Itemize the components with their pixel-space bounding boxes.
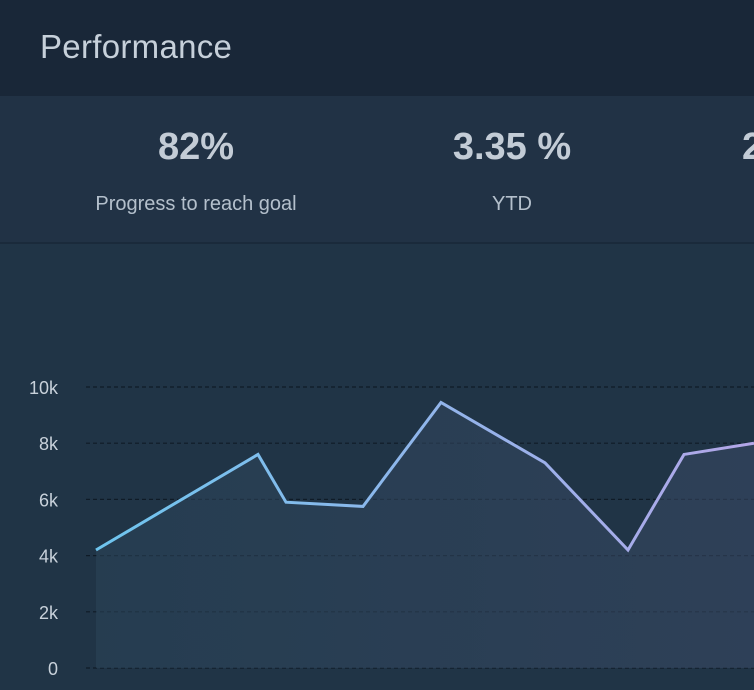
widget-header: Performance bbox=[0, 0, 754, 96]
stat-ytd-value: 3.35 % bbox=[452, 126, 572, 168]
y-tick-label: 0 bbox=[48, 659, 58, 679]
performance-widget: Performance 82% Progress to reach goal 3… bbox=[0, 0, 754, 690]
stat-progress-label: Progress to reach goal bbox=[95, 193, 297, 215]
widget-title: Performance bbox=[40, 28, 233, 65]
y-axis-ticks: 0 2k 4k 6k 8k 10k bbox=[29, 378, 59, 679]
y-tick-label: 6k bbox=[39, 490, 59, 510]
stats-row: 82% Progress to reach goal 3.35 % YTD 2 bbox=[0, 96, 754, 242]
y-tick-label: 8k bbox=[39, 434, 59, 454]
stat-progress-value: 82% bbox=[157, 126, 235, 168]
y-tick-label: 10k bbox=[29, 378, 59, 398]
performance-chart: 0 2k 4k 6k 8k 10k bbox=[0, 244, 754, 690]
stat-third-value: 2 bbox=[742, 126, 754, 168]
chart-series bbox=[95, 400, 754, 668]
stat-ytd-label: YTD bbox=[492, 193, 532, 215]
y-tick-label: 2k bbox=[39, 603, 59, 623]
series-area bbox=[96, 402, 754, 668]
chart-svg: 0 2k 4k 6k 8k 10k bbox=[29, 378, 754, 679]
y-tick-label: 4k bbox=[39, 547, 59, 567]
